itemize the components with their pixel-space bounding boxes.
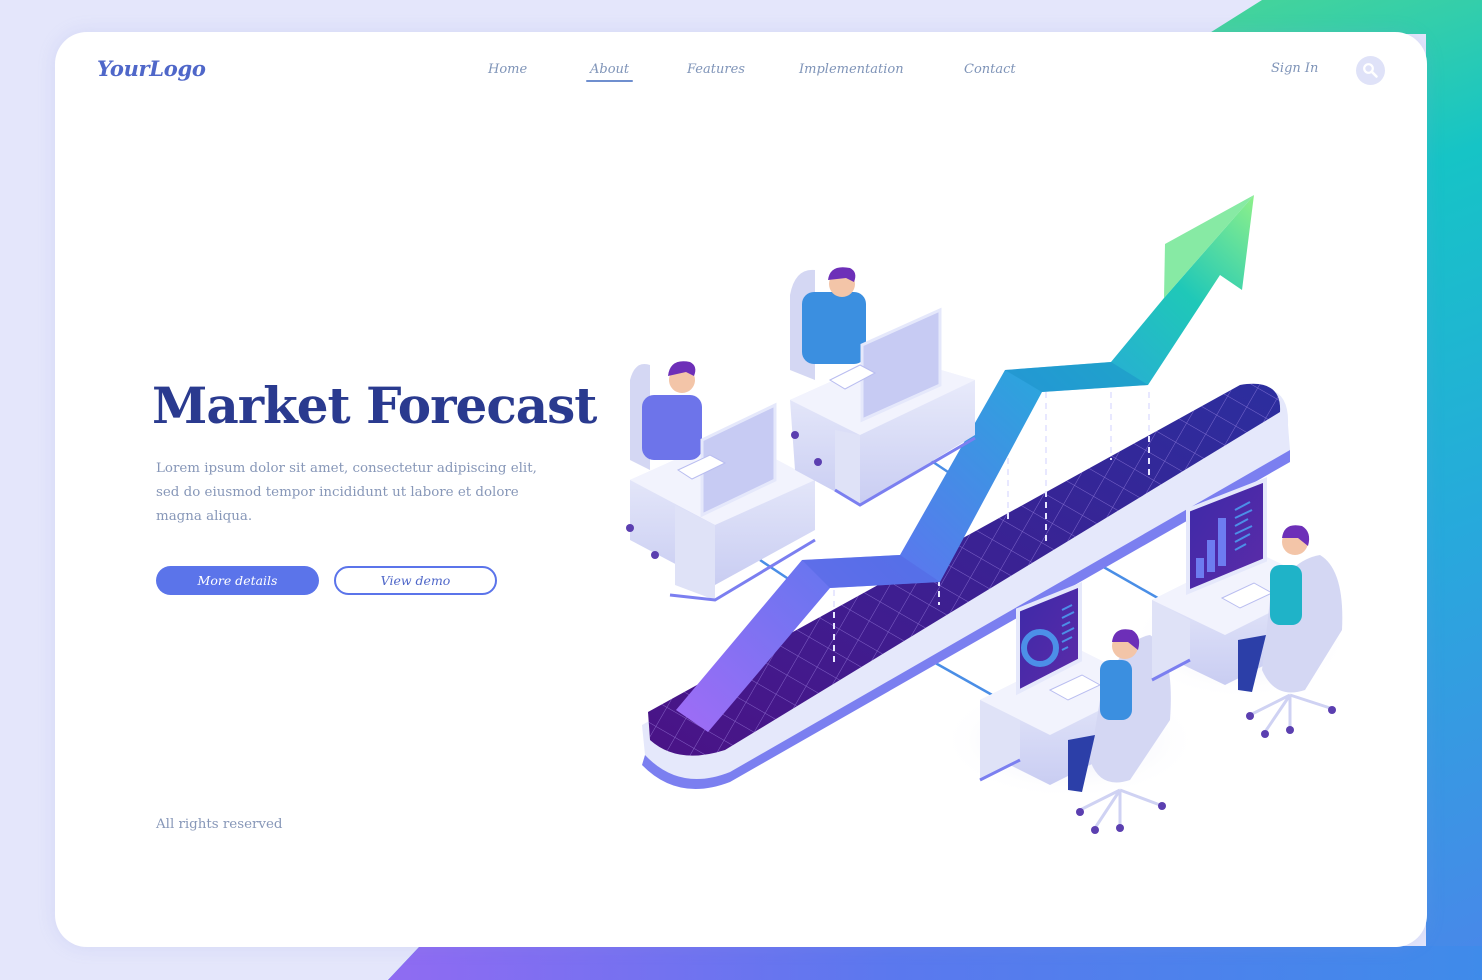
logo[interactable]: YourLogo bbox=[97, 56, 206, 81]
nav-about[interactable]: About bbox=[585, 62, 634, 82]
person-sweater bbox=[642, 395, 702, 460]
nav-implementation[interactable]: Implementation bbox=[799, 62, 904, 77]
hero-description: Lorem ipsum dolor sit amet, consectetur … bbox=[156, 461, 537, 524]
desk-worker-2 bbox=[790, 267, 976, 507]
person-sweater bbox=[1270, 565, 1302, 625]
market-growth-illustration bbox=[626, 195, 1350, 834]
nav-home[interactable]: Home bbox=[488, 62, 527, 77]
sign-in-link[interactable]: Sign In bbox=[1271, 61, 1318, 76]
desk-worker-1 bbox=[626, 361, 816, 602]
search-icon bbox=[1363, 63, 1378, 78]
more-details-button[interactable]: More details bbox=[156, 566, 319, 595]
person-sweater bbox=[802, 292, 866, 364]
view-demo-button[interactable]: View demo bbox=[334, 566, 497, 595]
copyright-text: All rights reserved bbox=[156, 817, 283, 832]
nav-contact[interactable]: Contact bbox=[964, 62, 1016, 77]
nav-features[interactable]: Features bbox=[687, 62, 745, 77]
page-title: Market Forecast bbox=[152, 376, 597, 435]
person-sweater bbox=[1100, 660, 1132, 720]
search-button[interactable] bbox=[1356, 56, 1385, 85]
